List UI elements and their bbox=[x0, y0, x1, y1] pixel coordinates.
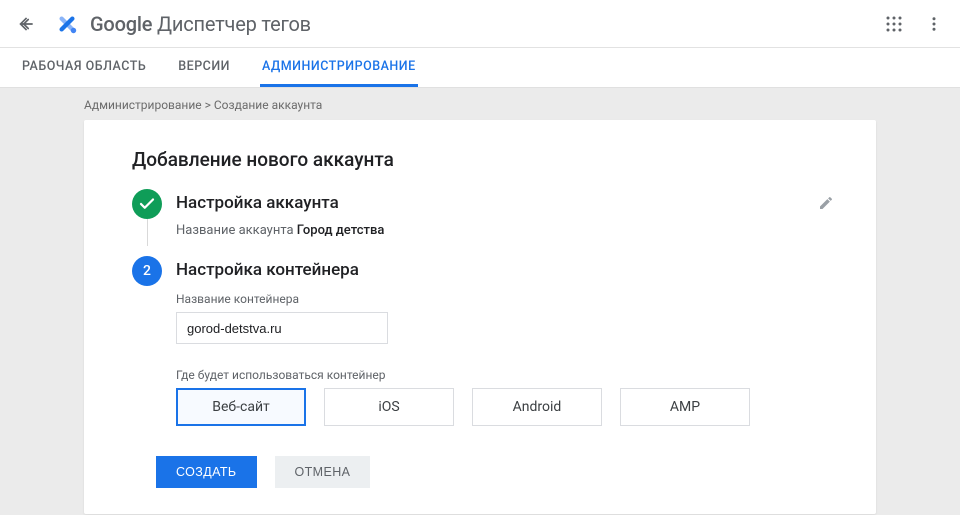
container-name-input[interactable] bbox=[176, 312, 388, 344]
step-1-title: Настройка аккаунта bbox=[176, 193, 339, 213]
brand-google: Google bbox=[90, 12, 152, 36]
card-title: Добавление нового аккаунта bbox=[132, 148, 836, 171]
brand-product: Диспетчер тегов bbox=[157, 12, 311, 36]
tag-manager-icon bbox=[54, 11, 80, 37]
more-menu-button[interactable] bbox=[922, 12, 946, 36]
step-container-setup: 2 Настройка контейнера Название контейне… bbox=[132, 256, 836, 426]
edit-account-button[interactable] bbox=[816, 193, 836, 213]
step-account-setup: Настройка аккаунта Название аккаунта Гор… bbox=[132, 189, 836, 238]
account-name-label: Название аккаунта bbox=[176, 223, 294, 238]
create-button[interactable]: СОЗДАТЬ bbox=[156, 456, 257, 488]
create-account-card: Добавление нового аккаунта Настройка акк… bbox=[84, 120, 876, 514]
tab-admin[interactable]: АДМИНИСТРИРОВАНИЕ bbox=[260, 48, 418, 87]
app-bar: Google Диспетчер тегов bbox=[0, 0, 960, 48]
account-name-row: Название аккаунта Город детства bbox=[176, 223, 836, 238]
step-connector-line bbox=[147, 219, 148, 246]
check-icon bbox=[138, 195, 156, 213]
arrow-left-icon bbox=[16, 14, 36, 34]
platform-option-android[interactable]: Android bbox=[472, 388, 602, 426]
tab-workspace[interactable]: РАБОЧАЯ ОБЛАСТЬ bbox=[20, 48, 148, 87]
tab-versions[interactable]: ВЕРСИИ bbox=[176, 48, 232, 87]
step-2-badge: 2 bbox=[132, 256, 162, 286]
gtm-logo-icon bbox=[54, 11, 80, 37]
pencil-icon bbox=[818, 195, 834, 211]
google-apps-button[interactable] bbox=[882, 12, 906, 36]
step-1-badge-complete bbox=[132, 189, 162, 219]
form-actions: СОЗДАТЬ ОТМЕНА bbox=[156, 456, 836, 488]
more-vert-icon bbox=[925, 15, 943, 33]
back-button-real[interactable] bbox=[14, 12, 38, 36]
platform-option-amp[interactable]: AMP bbox=[620, 388, 750, 426]
account-name-value: Город детства bbox=[297, 223, 385, 238]
tab-bar: РАБОЧАЯ ОБЛАСТЬ ВЕРСИИ АДМИНИСТРИРОВАНИЕ bbox=[0, 48, 960, 88]
apps-grid-icon bbox=[885, 15, 903, 33]
container-usage-label: Где будет использоваться контейнер bbox=[176, 368, 836, 382]
step-2-title: Настройка контейнера bbox=[176, 260, 359, 280]
product-logo: Google Диспетчер тегов bbox=[54, 11, 311, 37]
breadcrumb: Администрирование > Создание аккаунта bbox=[0, 88, 960, 120]
cancel-button[interactable]: ОТМЕНА bbox=[275, 456, 371, 488]
container-name-label: Название контейнера bbox=[176, 292, 836, 306]
platform-option-web[interactable]: Веб-сайт bbox=[176, 388, 306, 426]
platform-option-ios[interactable]: iOS bbox=[324, 388, 454, 426]
product-title: Google Диспетчер тегов bbox=[90, 12, 311, 36]
platform-selector: Веб-сайт iOS Android AMP bbox=[176, 388, 836, 426]
